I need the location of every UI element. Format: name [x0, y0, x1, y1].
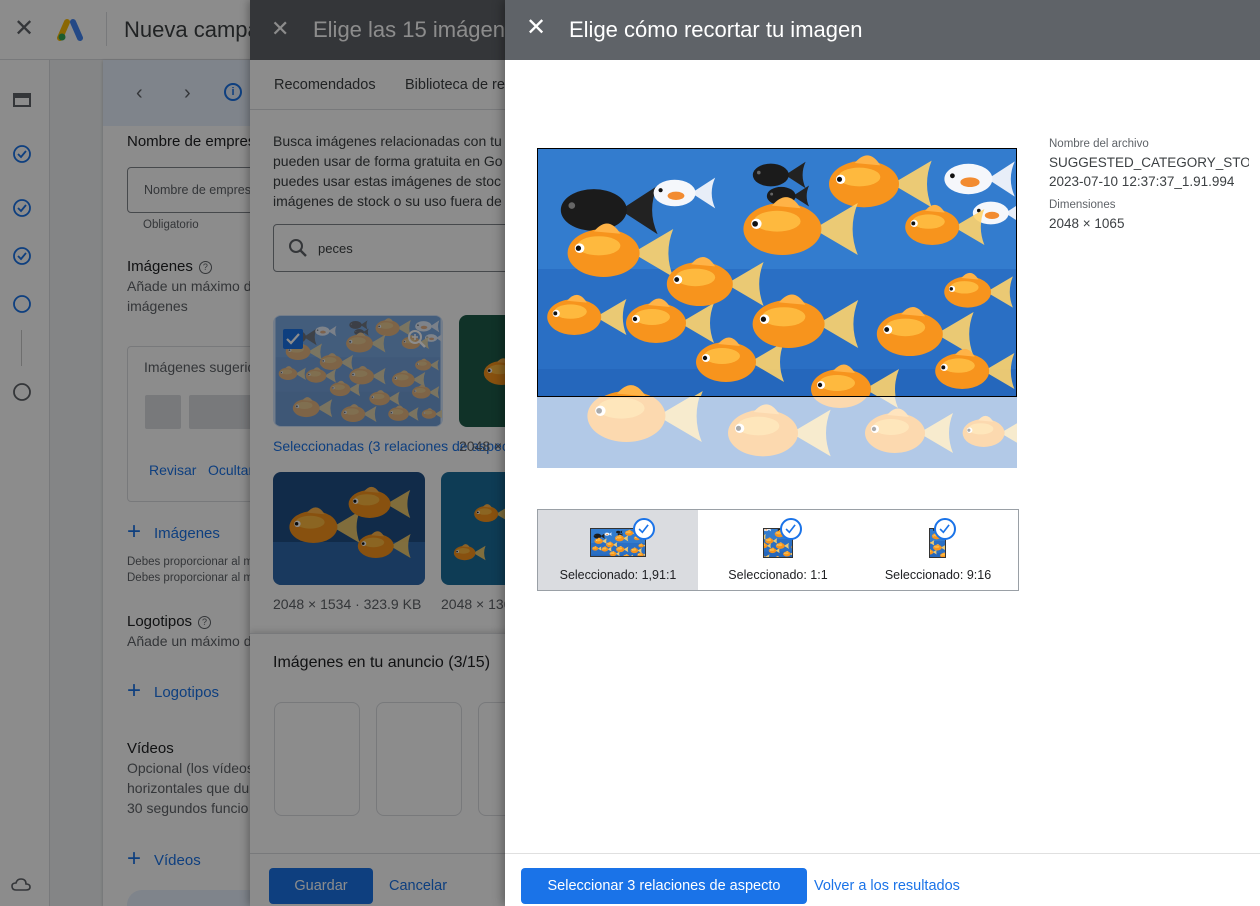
- check-circle-icon: [780, 518, 802, 540]
- crop-frame[interactable]: [537, 148, 1017, 397]
- ratio-option-1-91[interactable]: Seleccionado: 1,91:1: [538, 510, 698, 590]
- crop-footer: Seleccionar 3 relaciones de aspecto Volv…: [505, 853, 1260, 906]
- crop-header: ✕ Elige cómo recortar tu imagen: [505, 0, 1260, 60]
- ratio-label: Seleccionado: 1,91:1: [559, 568, 677, 582]
- file-name-value: 2023-07-10 12:37:37_1.91.994: [1049, 174, 1235, 189]
- ratio-label: Seleccionado: 1:1: [728, 568, 828, 582]
- file-name-value: SUGGESTED_CATEGORY_STOCK: [1049, 155, 1249, 170]
- file-metadata: Nombre del archivo SUGGESTED_CATEGORY_ST…: [1049, 138, 1249, 233]
- dimensions-value: 2048 × 1065: [1049, 216, 1125, 231]
- crop-editor[interactable]: [537, 148, 1017, 468]
- check-circle-icon: [633, 518, 655, 540]
- aspect-ratio-selector: Seleccionado: 1,91:1 Seleccionado: 1:1 S…: [537, 509, 1019, 591]
- file-name-label: Nombre del archivo: [1049, 138, 1149, 150]
- back-to-results-link[interactable]: Volver a los resultados: [814, 878, 960, 894]
- cropped-image: [538, 149, 1017, 397]
- ratio-label: Seleccionado: 9:16: [884, 568, 992, 582]
- check-circle-icon: [934, 518, 956, 540]
- scrim: [250, 0, 505, 906]
- dimensions-label: Dimensiones: [1049, 199, 1116, 211]
- crop-title: Elige cómo recortar tu imagen: [569, 17, 863, 42]
- close-icon[interactable]: ✕: [526, 16, 546, 40]
- select-aspect-ratios-button[interactable]: Seleccionar 3 relaciones de aspecto: [521, 868, 807, 904]
- crop-dialog: ✕ Elige cómo recortar tu imagen Nombre d…: [505, 0, 1260, 906]
- ratio-option-1-1[interactable]: Seleccionado: 1:1: [698, 510, 858, 590]
- ratio-option-9-16[interactable]: Seleccionado: 9:16: [858, 510, 1018, 590]
